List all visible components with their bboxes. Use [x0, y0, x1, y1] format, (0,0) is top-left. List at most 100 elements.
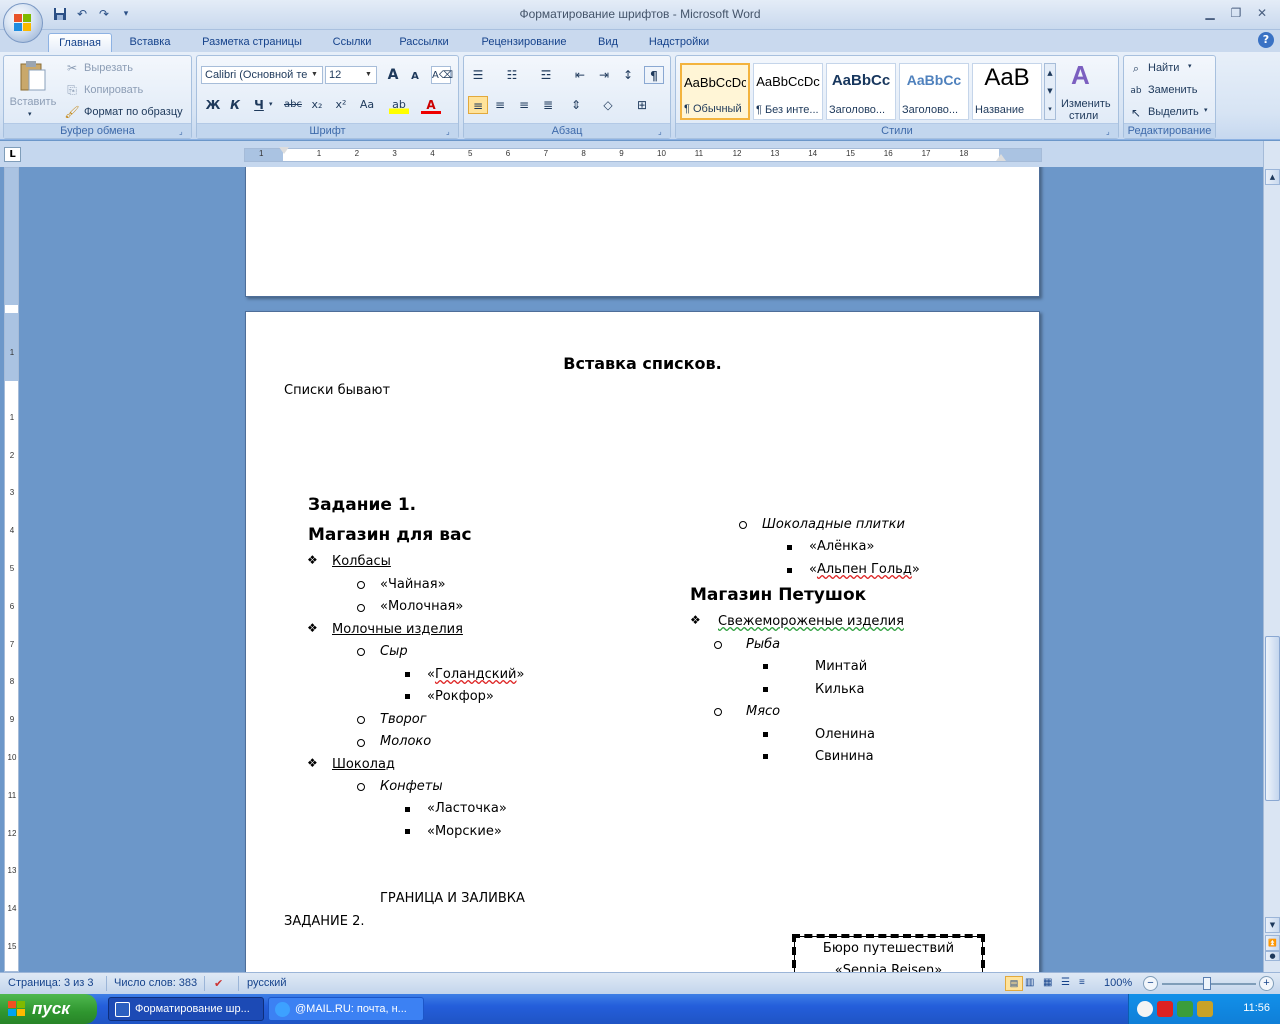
taskbar-item-word[interactable]: Форматирование шр...: [108, 997, 264, 1021]
underline-dropdown-icon[interactable]: ▾: [269, 100, 273, 108]
increase-indent-icon[interactable]: ⇥: [594, 66, 614, 84]
outline-view-icon[interactable]: ☰: [1061, 977, 1070, 988]
style-no-spacing[interactable]: AaBbCcDc ¶ Без инте...: [753, 63, 823, 120]
font-name-combo[interactable]: Calibri (Основной те ▼: [201, 66, 323, 84]
web-layout-icon[interactable]: ▦: [1043, 977, 1052, 988]
browse-object-icon[interactable]: ●: [1265, 951, 1280, 961]
highlight-icon[interactable]: ab: [389, 96, 409, 114]
tab-insert[interactable]: Вставка: [118, 33, 182, 52]
zoom-level[interactable]: 100%: [1104, 977, 1132, 989]
show-marks-button[interactable]: ¶: [644, 66, 664, 84]
minimize-icon[interactable]: ▁: [1198, 4, 1222, 22]
scroll-down-icon[interactable]: ▼: [1265, 917, 1280, 933]
full-screen-reading-icon[interactable]: ▥: [1025, 977, 1034, 988]
previous-page-icon[interactable]: ⏫: [1265, 935, 1280, 951]
list-item: Минтай: [815, 659, 868, 674]
tab-mailings[interactable]: Рассылки: [390, 33, 458, 52]
tab-home[interactable]: Главная: [48, 33, 112, 52]
start-button[interactable]: пуск: [0, 994, 97, 1024]
find-button[interactable]: Найти: [1148, 62, 1179, 74]
superscript-button[interactable]: x²: [331, 96, 351, 114]
proofing-icon[interactable]: ✔: [214, 977, 223, 990]
clear-formatting-icon[interactable]: A⌫: [431, 66, 453, 84]
dialog-launcher-icon[interactable]: ⌟: [179, 127, 188, 136]
align-center-icon[interactable]: ≡: [490, 96, 510, 114]
italic-button[interactable]: К: [225, 96, 245, 114]
diamond-bullet-icon: ❖: [307, 621, 318, 635]
tab-selector[interactable]: L: [4, 147, 21, 162]
scrollbar-thumb[interactable]: [1265, 636, 1280, 801]
line-spacing-icon[interactable]: ⇕: [566, 96, 586, 114]
format-painter-button[interactable]: Формат по образцу: [84, 106, 183, 118]
tab-review[interactable]: Рецензирование: [466, 33, 582, 52]
document-area[interactable]: Вставка списков. Списки бывают Задание 1…: [22, 167, 1263, 972]
change-styles-button[interactable]: A Изменить стили: [1059, 58, 1115, 122]
tab-addins[interactable]: Надстройки: [634, 33, 724, 52]
underline-button[interactable]: Ч: [249, 96, 269, 114]
style-normal[interactable]: AaBbCcDc ¶ Обычный: [680, 63, 750, 120]
sort-icon[interactable]: ↕: [618, 66, 638, 84]
dialog-launcher-icon[interactable]: ⌟: [446, 127, 455, 136]
style-heading-1[interactable]: AaBbCc Заголово...: [826, 63, 896, 120]
font-color-icon[interactable]: A: [421, 96, 441, 114]
page-count[interactable]: Страница: 3 из 3: [8, 977, 94, 989]
align-right-icon[interactable]: ≡: [514, 96, 534, 114]
square-bullet-icon: [787, 545, 792, 550]
zoom-slider-thumb[interactable]: [1203, 977, 1211, 990]
help-icon[interactable]: ?: [1258, 32, 1274, 48]
style-title[interactable]: AaB Название: [972, 63, 1042, 120]
grow-font-icon[interactable]: A: [383, 66, 403, 84]
restore-icon[interactable]: ❐: [1224, 4, 1248, 22]
multilevel-list-icon[interactable]: ☲: [536, 66, 556, 84]
quote-close: »: [911, 562, 920, 577]
zoom-out-button[interactable]: −: [1143, 976, 1158, 991]
subscript-button[interactable]: x₂: [307, 96, 327, 114]
word-icon: [115, 1002, 130, 1017]
dialog-launcher-icon[interactable]: ⌟: [1106, 127, 1115, 136]
style-heading-2[interactable]: AaBbCc Заголово...: [899, 63, 969, 120]
list-item: «Чайная»: [380, 577, 446, 592]
dialog-launcher-icon[interactable]: ⌟: [658, 127, 667, 136]
zoom-in-button[interactable]: +: [1259, 976, 1274, 991]
draft-view-icon[interactable]: ≡: [1079, 977, 1085, 988]
vertical-scrollbar[interactable]: ▲ ▼ ⏫ ●: [1263, 141, 1280, 972]
copy-button[interactable]: Копировать: [84, 84, 143, 96]
tab-references[interactable]: Ссылки: [322, 33, 382, 52]
language-indicator[interactable]: русский: [247, 977, 286, 989]
taskbar-item-browser[interactable]: @MAIL.RU: почта, н...: [268, 997, 424, 1021]
word-count[interactable]: Число слов: 383: [114, 977, 197, 989]
cut-button[interactable]: Вырезать: [84, 62, 133, 74]
numbering-icon[interactable]: ☷: [502, 66, 522, 84]
close-icon[interactable]: ✕: [1250, 4, 1274, 22]
left-indent-marker[interactable]: [279, 147, 289, 154]
decrease-indent-icon[interactable]: ⇤: [570, 66, 590, 84]
style-name: ¶ Обычный: [684, 103, 742, 115]
bullets-icon[interactable]: ☰: [468, 66, 488, 84]
strikethrough-button[interactable]: abc: [283, 96, 303, 114]
tray-arrow-icon[interactable]: [1137, 1001, 1153, 1017]
scroll-up-icon[interactable]: ▲: [1265, 169, 1280, 185]
binoculars-icon: ⌕: [1132, 62, 1140, 75]
shading-icon[interactable]: ◇: [598, 96, 618, 114]
paste-button[interactable]: Вставить ▾: [8, 58, 58, 122]
replace-button[interactable]: Заменить: [1148, 84, 1197, 96]
vertical-ruler[interactable]: 112345678910111213141516: [4, 167, 19, 989]
justify-icon[interactable]: ≣: [538, 96, 558, 114]
shrink-font-icon[interactable]: A: [405, 68, 425, 86]
network-icon[interactable]: [1177, 1001, 1193, 1017]
volume-icon[interactable]: [1197, 1001, 1213, 1017]
tab-view[interactable]: Вид: [590, 33, 626, 52]
select-button[interactable]: Выделить: [1148, 106, 1199, 118]
print-layout-icon[interactable]: ▤: [1005, 976, 1023, 991]
borders-icon[interactable]: ⊞: [632, 96, 652, 114]
styles-scroll[interactable]: ▲ ▼ ▾: [1044, 63, 1056, 120]
antivirus-icon[interactable]: [1157, 1001, 1173, 1017]
office-button[interactable]: [3, 3, 43, 43]
font-size-combo[interactable]: 12 ▼: [325, 66, 377, 84]
horizontal-ruler[interactable]: 1 1 2 3 4 5 6 7 8 9 10 11 12 13 14 15 16 17 18: [244, 147, 1042, 162]
tab-page-layout[interactable]: Разметка страницы: [190, 33, 314, 52]
bold-button[interactable]: Ж: [203, 96, 223, 114]
right-indent-marker[interactable]: [996, 154, 1006, 161]
align-left-icon[interactable]: ≡: [468, 96, 488, 114]
change-case-button[interactable]: Aa: [357, 96, 377, 114]
